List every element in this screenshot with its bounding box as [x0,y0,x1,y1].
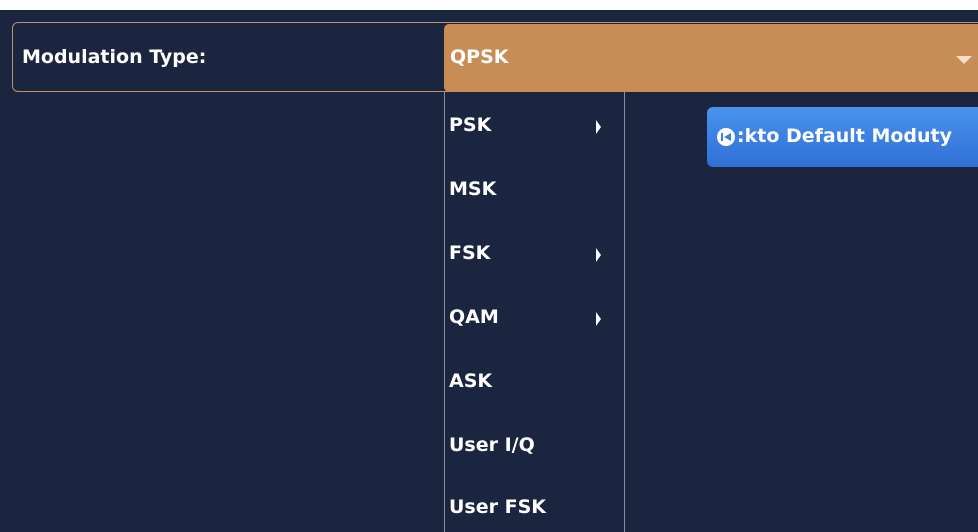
menu-item-label: FSK [449,242,491,264]
menu-item-label: User FSK [449,496,546,518]
modulation-type-select[interactable]: QPSK [444,24,978,92]
menu-item-user-iq[interactable]: User I/Q [445,426,624,466]
menu-item-label: PSK [449,114,492,136]
submenu-arrow-icon [596,120,601,134]
menu-item-label: MSK [449,178,497,200]
submenu-arrow-icon [596,248,601,262]
menu-item-fsk[interactable]: FSK [445,234,624,274]
top-strip [0,0,978,10]
menu-item-label: User I/Q [449,434,535,456]
menu-item-msk[interactable]: MSK [445,170,624,210]
menu-item-user-fsk[interactable]: User FSK [445,488,624,528]
dropdown-arrow-icon[interactable] [956,56,972,64]
menu-item-label: QAM [449,306,499,328]
menu-item-label: ASK [449,370,493,392]
submenu-arrow-icon [596,312,601,326]
menu-item-ask[interactable]: ASK [445,362,624,402]
back-to-default-label: :kto Default Moduty [737,125,953,147]
back-to-default-modulation-button[interactable]: :kto Default Moduty [707,107,978,167]
modulation-type-value: QPSK [450,46,509,68]
modulation-dropdown-menu: PSK MSK FSK QAM ASK User I/Q User FSK [444,92,625,532]
skip-back-icon [717,128,735,146]
menu-item-psk[interactable]: PSK [445,106,624,146]
menu-item-qam[interactable]: QAM [445,298,624,338]
modulation-type-label: Modulation Type: [22,46,207,68]
